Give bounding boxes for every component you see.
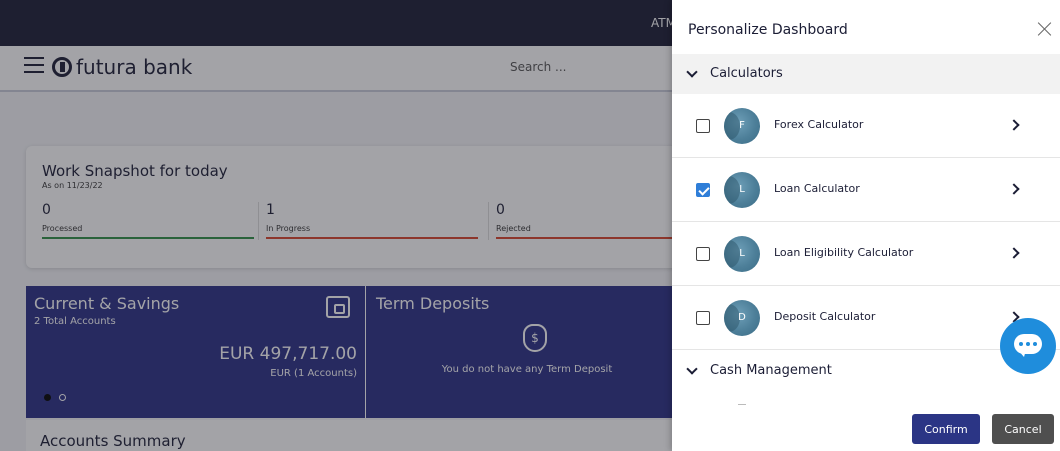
- item-name: Loan Eligibility Calculator: [774, 246, 914, 259]
- avatar-initial: L: [739, 184, 745, 195]
- section-label: Cash Management: [710, 363, 832, 378]
- item-name: Loan Calculator: [774, 182, 860, 195]
- cancel-button[interactable]: Cancel: [992, 414, 1054, 444]
- personalize-dashboard-panel: Personalize Dashboard Calculators F Fore…: [672, 0, 1060, 451]
- avatar: D: [724, 300, 760, 336]
- avatar: L: [724, 236, 760, 272]
- item-name: Forex Calculator: [774, 118, 864, 131]
- chevron-right-icon[interactable]: [1008, 119, 1020, 131]
- checkbox[interactable]: [696, 119, 710, 133]
- avatar-initial: D: [738, 312, 746, 323]
- avatar: F: [724, 108, 760, 144]
- avatar: L: [724, 172, 760, 208]
- section-label: Calculators: [710, 66, 783, 81]
- item-name: Deposit Calculator: [774, 310, 876, 323]
- chevron-right-icon[interactable]: [1008, 247, 1020, 259]
- checkbox[interactable]: [696, 311, 710, 325]
- chat-button[interactable]: [1000, 318, 1056, 374]
- panel-title: Personalize Dashboard: [688, 22, 848, 38]
- divider: [738, 404, 746, 405]
- chevron-down-icon: [686, 363, 698, 375]
- checkbox[interactable]: [696, 183, 710, 197]
- chat-bubble-icon: [1014, 334, 1042, 357]
- chevron-down-icon: [686, 66, 698, 78]
- close-icon[interactable]: [1036, 20, 1054, 38]
- confirm-button[interactable]: Confirm: [912, 414, 980, 444]
- chevron-right-icon[interactable]: [1008, 183, 1020, 195]
- list-item-loan-calculator[interactable]: L Loan Calculator: [672, 158, 1060, 222]
- avatar-initial: L: [739, 248, 745, 259]
- list-item-forex-calculator[interactable]: F Forex Calculator: [672, 94, 1060, 158]
- checkbox[interactable]: [696, 247, 710, 261]
- list-item-loan-eligibility-calculator[interactable]: L Loan Eligibility Calculator: [672, 222, 1060, 286]
- avatar-initial: F: [739, 120, 745, 131]
- section-calculators[interactable]: Calculators: [672, 54, 1060, 94]
